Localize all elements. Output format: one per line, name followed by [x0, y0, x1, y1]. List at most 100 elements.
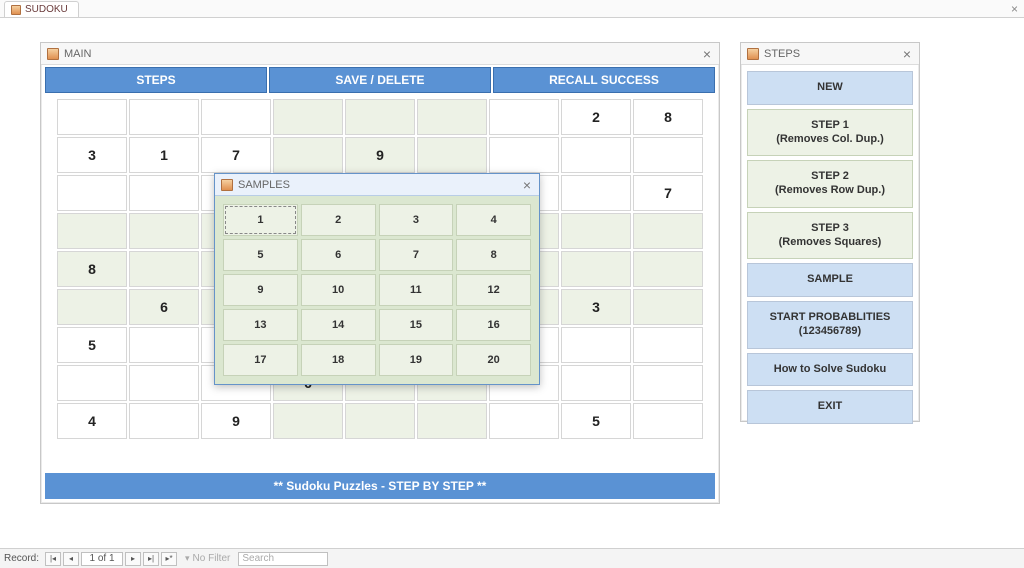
nav-new-button[interactable]: ▸*: [161, 552, 177, 566]
grid-cell[interactable]: [560, 174, 632, 212]
app-close-icon[interactable]: ×: [1011, 2, 1018, 16]
no-filter[interactable]: ▾ No Filter: [185, 553, 230, 564]
grid-cell[interactable]: [272, 136, 344, 174]
grid-cell[interactable]: [56, 364, 128, 402]
grid-cell[interactable]: 6: [128, 288, 200, 326]
sample-4-button[interactable]: 4: [456, 204, 531, 236]
grid-cell[interactable]: 3: [56, 136, 128, 174]
sample-11-button[interactable]: 11: [379, 274, 454, 306]
grid-cell[interactable]: 2: [560, 98, 632, 136]
grid-cell[interactable]: [560, 212, 632, 250]
nav-prev-button[interactable]: ◂: [63, 552, 79, 566]
grid-cell[interactable]: [632, 402, 704, 440]
howto-button[interactable]: How to Solve Sudoku: [747, 353, 913, 387]
grid-cell[interactable]: 9: [344, 136, 416, 174]
sample-16-button[interactable]: 16: [456, 309, 531, 341]
grid-cell[interactable]: [632, 288, 704, 326]
recall-success-button[interactable]: RECALL SUCCESS: [493, 67, 715, 93]
grid-cell[interactable]: 4: [56, 402, 128, 440]
grid-cell[interactable]: [416, 136, 488, 174]
new-button[interactable]: NEW: [747, 71, 913, 105]
grid-cell[interactable]: [56, 98, 128, 136]
sample-3-button[interactable]: 3: [379, 204, 454, 236]
grid-cell[interactable]: [560, 326, 632, 364]
sample-2-button[interactable]: 2: [301, 204, 376, 236]
grid-cell[interactable]: [560, 136, 632, 174]
sample-10-button[interactable]: 10: [301, 274, 376, 306]
grid-cell[interactable]: [344, 98, 416, 136]
grid-cell[interactable]: [632, 250, 704, 288]
start-prob-button[interactable]: START PROBABLITIES (123456789): [747, 301, 913, 349]
grid-cell[interactable]: [488, 98, 560, 136]
close-icon[interactable]: ×: [901, 47, 913, 61]
sample-button[interactable]: SAMPLE: [747, 263, 913, 297]
grid-cell[interactable]: [200, 98, 272, 136]
grid-cell[interactable]: [56, 212, 128, 250]
sample-12-button[interactable]: 12: [456, 274, 531, 306]
grid-cell[interactable]: [632, 364, 704, 402]
sample-14-button[interactable]: 14: [301, 309, 376, 341]
grid-cell[interactable]: [128, 212, 200, 250]
sample-15-button[interactable]: 15: [379, 309, 454, 341]
sample-8-button[interactable]: 8: [456, 239, 531, 271]
grid-cell[interactable]: 1: [128, 136, 200, 174]
grid-cell[interactable]: 7: [632, 174, 704, 212]
grid-cell[interactable]: 9: [200, 402, 272, 440]
grid-cell[interactable]: [128, 402, 200, 440]
grid-cell[interactable]: [344, 402, 416, 440]
grid-cell[interactable]: [128, 326, 200, 364]
grid-cell[interactable]: [128, 250, 200, 288]
grid-cell[interactable]: [632, 212, 704, 250]
grid-cell[interactable]: [560, 250, 632, 288]
grid-cell[interactable]: [560, 364, 632, 402]
nav-first-button[interactable]: |◂: [45, 552, 61, 566]
grid-cell[interactable]: 5: [560, 402, 632, 440]
grid-cell[interactable]: [416, 98, 488, 136]
sample-9-button[interactable]: 9: [223, 274, 298, 306]
sample-7-button[interactable]: 7: [379, 239, 454, 271]
nav-next-button[interactable]: ▸: [125, 552, 141, 566]
grid-cell[interactable]: 8: [56, 250, 128, 288]
steps-button[interactable]: STEPS: [45, 67, 267, 93]
grid-cell[interactable]: [488, 402, 560, 440]
grid-cell[interactable]: 5: [56, 326, 128, 364]
grid-cell[interactable]: [272, 98, 344, 136]
grid-cell[interactable]: [56, 288, 128, 326]
grid-cell[interactable]: [416, 402, 488, 440]
samples-title: SAMPLES: [238, 179, 290, 191]
form-icon: [47, 48, 59, 60]
step3-button[interactable]: STEP 3 (Removes Squares): [747, 212, 913, 260]
close-icon[interactable]: ×: [521, 178, 533, 192]
grid-cell[interactable]: [632, 326, 704, 364]
sample-6-button[interactable]: 6: [301, 239, 376, 271]
grid-cell[interactable]: [128, 98, 200, 136]
grid-cell[interactable]: 8: [632, 98, 704, 136]
sample-18-button[interactable]: 18: [301, 344, 376, 376]
close-icon[interactable]: ×: [701, 47, 713, 61]
form-icon: [221, 179, 233, 191]
sample-13-button[interactable]: 13: [223, 309, 298, 341]
search-input[interactable]: Search: [238, 552, 328, 566]
main-title: MAIN: [64, 48, 92, 60]
grid-cell[interactable]: [56, 174, 128, 212]
sample-20-button[interactable]: 20: [456, 344, 531, 376]
grid-cell[interactable]: [488, 136, 560, 174]
step1-button[interactable]: STEP 1 (Removes Col. Dup.): [747, 109, 913, 157]
step2-button[interactable]: STEP 2 (Removes Row Dup.): [747, 160, 913, 208]
grid-cell[interactable]: [128, 174, 200, 212]
work-area: MAIN × STEPS SAVE / DELETE RECALL SUCCES…: [0, 18, 1024, 548]
nav-last-button[interactable]: ▸|: [143, 552, 159, 566]
exit-button[interactable]: EXIT: [747, 390, 913, 424]
samples-window: SAMPLES × 123456789101112131415161718192…: [214, 173, 540, 385]
sample-5-button[interactable]: 5: [223, 239, 298, 271]
save-delete-button[interactable]: SAVE / DELETE: [269, 67, 491, 93]
grid-cell[interactable]: [272, 402, 344, 440]
tab-sudoku[interactable]: SUDOKU: [4, 1, 79, 17]
grid-cell[interactable]: [632, 136, 704, 174]
sample-1-button[interactable]: 1: [223, 204, 298, 236]
sample-19-button[interactable]: 19: [379, 344, 454, 376]
grid-cell[interactable]: 7: [200, 136, 272, 174]
grid-cell[interactable]: 3: [560, 288, 632, 326]
sample-17-button[interactable]: 17: [223, 344, 298, 376]
grid-cell[interactable]: [128, 364, 200, 402]
